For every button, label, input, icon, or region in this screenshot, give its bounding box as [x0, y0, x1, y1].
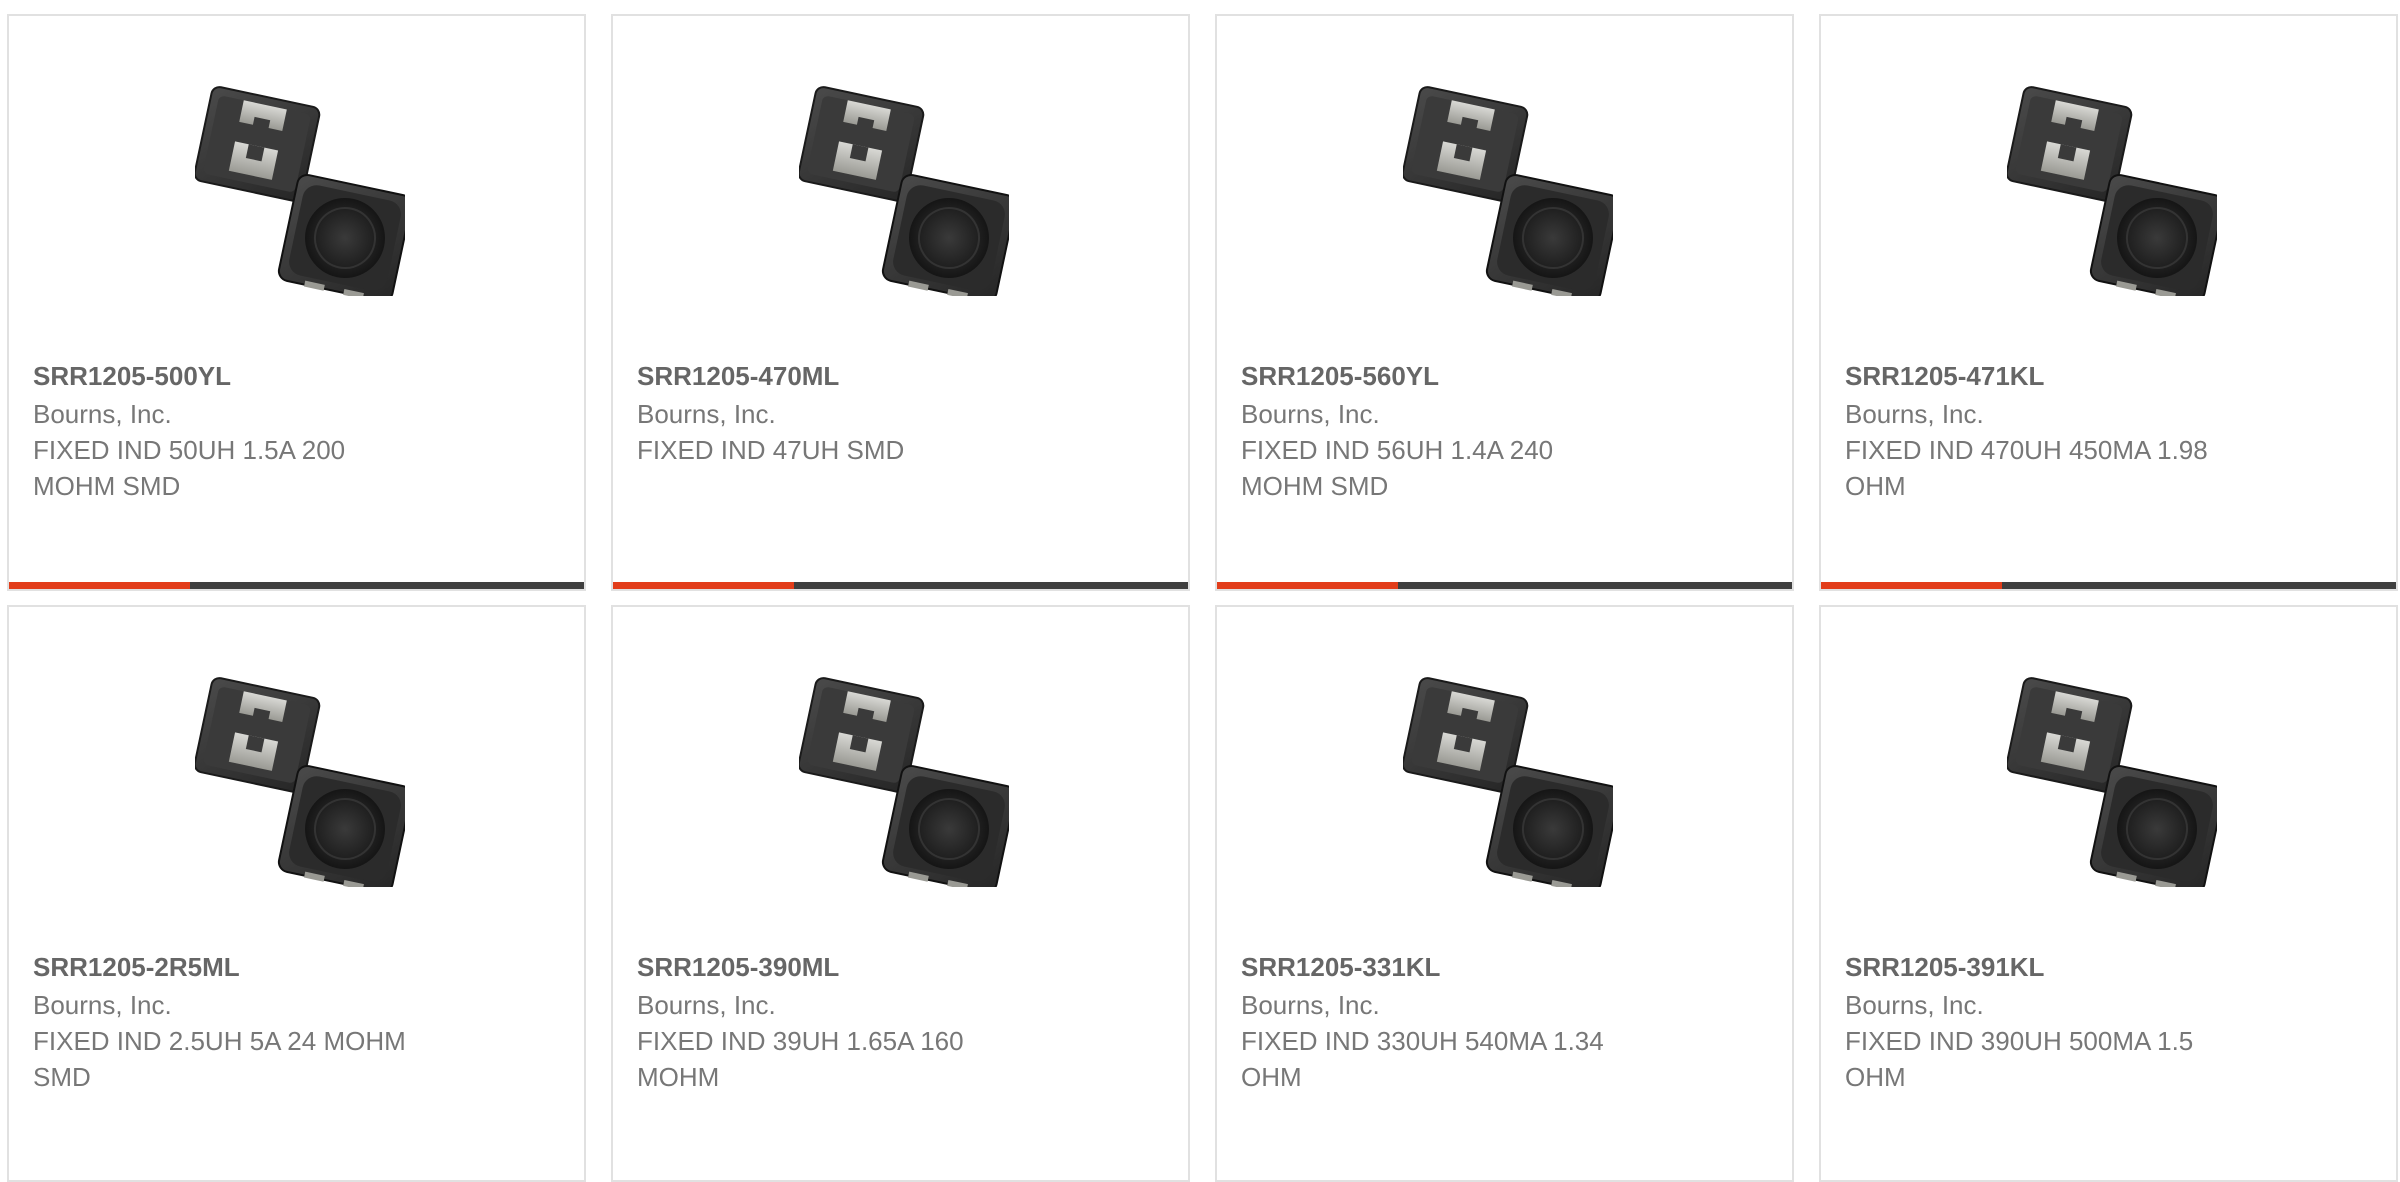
progress-bar: [613, 582, 1188, 589]
product-description: FIXED IND 47UH SMD: [637, 435, 905, 465]
progress-bar-accent: [9, 582, 191, 589]
product-grid: SRR1205-500YL Bourns, Inc. FIXED IND 50U…: [7, 14, 2400, 1182]
manufacturer: Bourns, Inc.: [637, 990, 776, 1020]
product-card[interactable]: SRR1205-390ML Bourns, Inc. FIXED IND 39U…: [611, 605, 1190, 1182]
product-description: FIXED IND 56UH 1.4A 240 MOHM SMD: [1241, 435, 1554, 501]
product-description: FIXED IND 330UH 540MA 1.34 OHM: [1241, 1026, 1604, 1092]
product-image: [2007, 677, 2217, 887]
part-number[interactable]: SRR1205-560YL: [1241, 358, 1768, 394]
part-number[interactable]: SRR1205-500YL: [33, 358, 560, 394]
product-info: SRR1205-390ML Bourns, Inc. FIXED IND 39U…: [637, 949, 1164, 1095]
product-image: [799, 677, 1009, 887]
product-info: SRR1205-560YL Bourns, Inc. FIXED IND 56U…: [1241, 358, 1768, 504]
product-card[interactable]: SRR1205-471KL Bourns, Inc. FIXED IND 470…: [1819, 14, 2398, 591]
part-number[interactable]: SRR1205-470ML: [637, 358, 1164, 394]
product-image: [195, 677, 405, 887]
product-image: [2007, 86, 2217, 296]
product-image: [1403, 86, 1613, 296]
manufacturer: Bourns, Inc.: [33, 399, 172, 429]
progress-bar-accent: [1821, 582, 2003, 589]
manufacturer: Bourns, Inc.: [1845, 399, 1984, 429]
product-description: FIXED IND 2.5UH 5A 24 MOHM SMD: [33, 1026, 406, 1092]
part-number[interactable]: SRR1205-331KL: [1241, 949, 1768, 985]
product-info: SRR1205-391KL Bourns, Inc. FIXED IND 390…: [1845, 949, 2372, 1095]
progress-bar-accent: [613, 582, 795, 589]
progress-bar: [1821, 582, 2396, 589]
progress-bar-accent: [1217, 582, 1399, 589]
product-card[interactable]: SRR1205-2R5ML Bourns, Inc. FIXED IND 2.5…: [7, 605, 586, 1182]
part-number[interactable]: SRR1205-471KL: [1845, 358, 2372, 394]
product-card[interactable]: SRR1205-331KL Bourns, Inc. FIXED IND 330…: [1215, 605, 1794, 1182]
part-number[interactable]: SRR1205-391KL: [1845, 949, 2372, 985]
product-card[interactable]: SRR1205-500YL Bourns, Inc. FIXED IND 50U…: [7, 14, 586, 591]
manufacturer: Bourns, Inc.: [1241, 399, 1380, 429]
manufacturer: Bourns, Inc.: [1845, 990, 1984, 1020]
product-description: FIXED IND 390UH 500MA 1.5 OHM: [1845, 1026, 2194, 1092]
manufacturer: Bourns, Inc.: [637, 399, 776, 429]
progress-bar: [1217, 582, 1792, 589]
product-description: FIXED IND 50UH 1.5A 200 MOHM SMD: [33, 435, 346, 501]
product-image: [195, 86, 405, 296]
product-description: FIXED IND 39UH 1.65A 160 MOHM: [637, 1026, 964, 1092]
product-info: SRR1205-2R5ML Bourns, Inc. FIXED IND 2.5…: [33, 949, 560, 1095]
progress-bar: [9, 582, 584, 589]
product-card[interactable]: SRR1205-391KL Bourns, Inc. FIXED IND 390…: [1819, 605, 2398, 1182]
product-card[interactable]: SRR1205-560YL Bourns, Inc. FIXED IND 56U…: [1215, 14, 1794, 591]
product-info: SRR1205-500YL Bourns, Inc. FIXED IND 50U…: [33, 358, 560, 504]
product-info: SRR1205-331KL Bourns, Inc. FIXED IND 330…: [1241, 949, 1768, 1095]
product-description: FIXED IND 470UH 450MA 1.98 OHM: [1845, 435, 2208, 501]
product-card[interactable]: SRR1205-470ML Bourns, Inc. FIXED IND 47U…: [611, 14, 1190, 591]
product-info: SRR1205-470ML Bourns, Inc. FIXED IND 47U…: [637, 358, 1164, 468]
manufacturer: Bourns, Inc.: [1241, 990, 1380, 1020]
product-info: SRR1205-471KL Bourns, Inc. FIXED IND 470…: [1845, 358, 2372, 504]
product-image: [1403, 677, 1613, 887]
part-number[interactable]: SRR1205-390ML: [637, 949, 1164, 985]
manufacturer: Bourns, Inc.: [33, 990, 172, 1020]
part-number[interactable]: SRR1205-2R5ML: [33, 949, 560, 985]
product-image: [799, 86, 1009, 296]
